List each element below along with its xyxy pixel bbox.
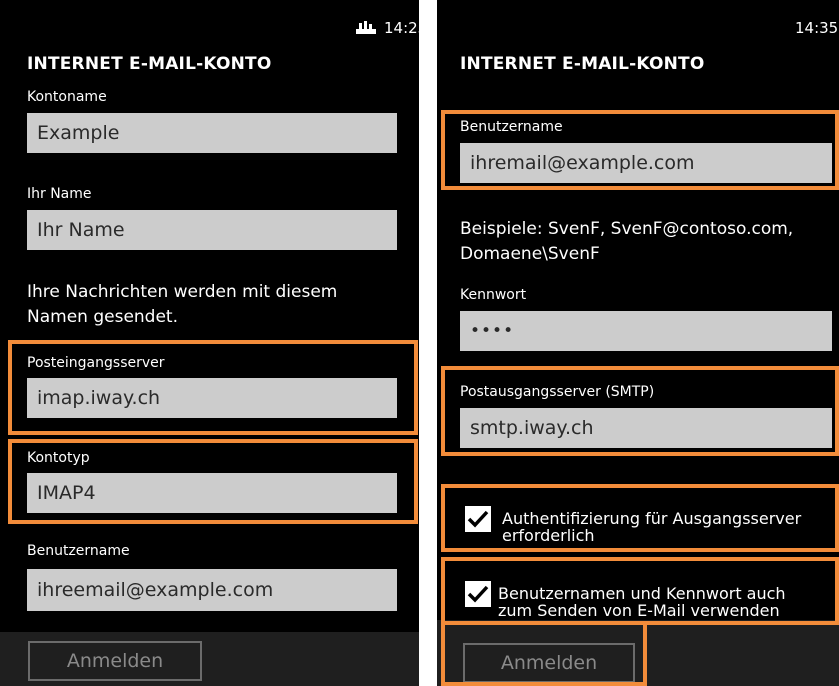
name-info-line2: Namen gesendet. xyxy=(27,307,178,327)
username-highlight xyxy=(441,110,839,190)
page-title: INTERNET E-MAIL-KONTO xyxy=(27,54,272,74)
same-credentials-highlight xyxy=(441,557,839,625)
account-name-input[interactable]: Example xyxy=(27,113,397,153)
your-name-input[interactable]: Ihr Name xyxy=(27,210,397,250)
password-label: Kennwort xyxy=(460,287,527,303)
account-name-label: Kontoname xyxy=(27,89,107,105)
signin-highlight xyxy=(441,621,647,686)
password-input[interactable]: •••• xyxy=(460,311,832,351)
name-info-line1: Ihre Nachrichten werden mit diesem xyxy=(27,282,338,302)
outgoing-server-highlight xyxy=(441,366,839,456)
signin-button[interactable]: Anmelden xyxy=(28,641,202,681)
username-input[interactable]: ihreemail@example.com xyxy=(27,569,397,611)
auth-required-highlight xyxy=(441,484,839,552)
your-name-label: Ihr Name xyxy=(27,186,92,202)
page-title: INTERNET E-MAIL-KONTO xyxy=(460,54,705,74)
username-label: Benutzername xyxy=(27,543,130,559)
left-phone-screen: 14:23 INTERNET E-MAIL-KONTO Kontoname Ex… xyxy=(0,0,419,686)
incoming-server-highlight xyxy=(8,340,418,435)
status-time: 14:35 xyxy=(795,19,839,37)
status-time: 14:23 xyxy=(384,19,419,37)
signal-icon xyxy=(356,21,376,34)
examples-line2: Domaene\SvenF xyxy=(460,244,600,264)
examples-line1: Beispiele: SvenF, SvenF@contoso.com, xyxy=(460,219,794,239)
account-type-highlight xyxy=(8,439,418,524)
right-phone-screen: 14:35 INTERNET E-MAIL-KONTO Benutzername… xyxy=(437,0,839,686)
